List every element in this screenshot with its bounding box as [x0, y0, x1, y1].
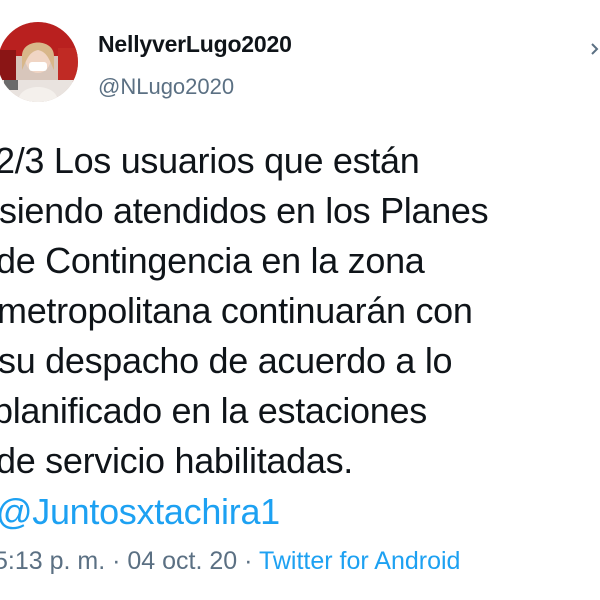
tweet-text-line: su despacho de acuerdo a lo — [0, 340, 453, 381]
user-handle[interactable]: @NLugo2020 — [98, 74, 234, 100]
more-icon[interactable] — [590, 36, 600, 62]
tweet-time[interactable]: 5:13 p. m. — [0, 547, 105, 575]
meta-separator: · — [237, 547, 259, 575]
mention-link[interactable]: @Juntosxtachira1 — [0, 487, 280, 537]
tweet-text: 2/3 Los usuarios que están siendo atendi… — [0, 136, 600, 486]
avatar[interactable] — [0, 22, 78, 102]
tweet-date[interactable]: 04 oct. 20 — [127, 547, 237, 575]
tweet-text-line: siendo atendidos en los Planes — [0, 190, 489, 231]
avatar-photo — [0, 22, 78, 102]
tweet-text-line: de servicio habilitadas. — [0, 440, 354, 481]
tweet-source-link[interactable]: Twitter for Android — [259, 547, 460, 575]
tweet-text-line: 2/3 Los usuarios que están — [0, 140, 420, 181]
display-name[interactable]: NellyverLugo2020 — [98, 31, 292, 58]
tweet: NellyverLugo2020 @NLugo2020 2/3 Los usua… — [0, 0, 600, 600]
tweet-text-line: metropolitana continuarán con — [0, 290, 473, 331]
tweet-meta: 5:13 p. m. · 04 oct. 20 · Twitter for An… — [0, 547, 460, 576]
tweet-text-line: de Contingencia en la zona — [0, 240, 425, 281]
tweet-text-line: planificado en la estaciones — [0, 390, 427, 431]
meta-separator: · — [105, 547, 128, 575]
